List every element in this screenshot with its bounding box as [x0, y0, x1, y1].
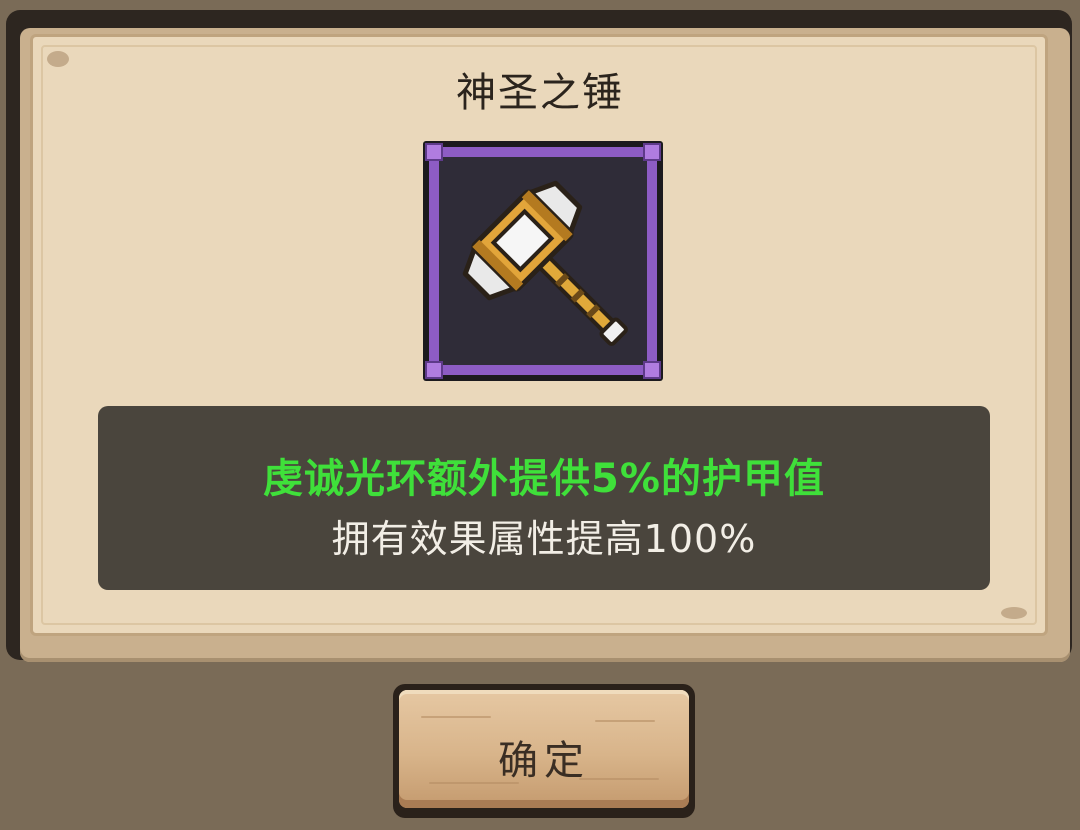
panel-stain	[1001, 607, 1027, 619]
confirm-button-label: 确定	[498, 738, 590, 784]
item-slot	[423, 141, 663, 381]
confirm-button[interactable]: 确定	[393, 684, 695, 818]
slot-corner	[425, 143, 443, 161]
rarity-border	[425, 143, 661, 379]
effect-text: 虔诚光环额外提供5%的护甲值	[263, 456, 825, 502]
item-title: 神圣之锤	[456, 70, 624, 116]
slot-corner	[643, 361, 661, 379]
bonus-text: 拥有效果属性提高100%	[331, 517, 757, 561]
slot-corner	[425, 361, 443, 379]
holy-hammer-icon	[462, 180, 628, 346]
dialog-backdrop: 神圣之锤 虔诚光环额外提供5%的护甲值 拥有效果属性提高100% 确定	[0, 0, 1080, 830]
effect-description-box: 虔诚光环额外提供5%的护甲值 拥有效果属性提高100%	[98, 406, 990, 590]
slot-corner	[643, 143, 661, 161]
